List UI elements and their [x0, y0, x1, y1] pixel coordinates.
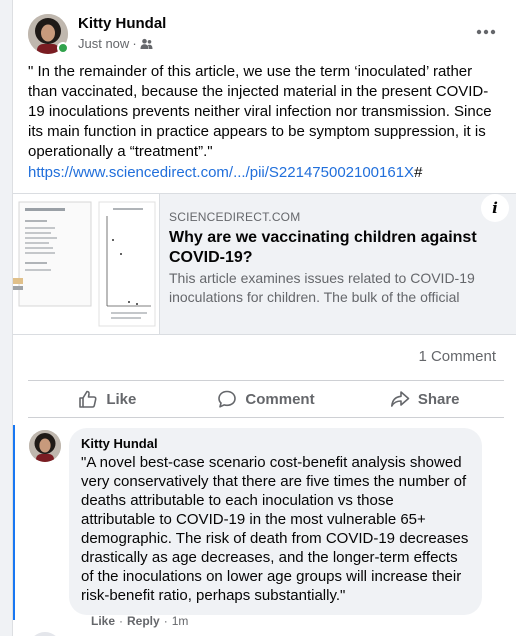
more-horizontal-icon: [476, 29, 496, 35]
post-card: Kitty Hundal Just now · " In the remaind…: [12, 0, 516, 636]
comment-bubble: Kitty Hundal "A novel best-case scenario…: [69, 428, 482, 615]
comment-time[interactable]: 1m: [172, 614, 189, 628]
post-meta: Just now ·: [78, 36, 153, 51]
like-label: Like: [106, 390, 137, 408]
comment-reply-button[interactable]: Reply: [127, 614, 160, 628]
article-thumbnail-image: [13, 194, 159, 334]
friends-icon[interactable]: [140, 38, 153, 50]
thumbs-up-icon: [79, 390, 97, 408]
share-label: Share: [417, 390, 460, 408]
preview-description: This article examines issues related to …: [169, 270, 475, 305]
online-status-indicator: [57, 42, 69, 54]
comment-text: "A novel best-case scenario cost-benefit…: [81, 454, 469, 604]
post-link-line: https://www.sciencedirect.com/.../pii/S2…: [28, 164, 422, 181]
like-button[interactable]: Like: [28, 381, 187, 417]
preview-domain: SCIENCEDIRECT.COM: [169, 210, 301, 224]
next-comment-avatar-edge: [29, 632, 61, 636]
post-link-suffix: #: [414, 164, 423, 181]
comment-actions-separator: ·: [119, 614, 124, 628]
preview-info-button[interactable]: i: [481, 194, 509, 222]
comment-actions: Like · Reply · 1m: [91, 614, 188, 628]
post-timestamp[interactable]: Just now: [78, 36, 129, 51]
post-action-bar: Like Comment Share: [28, 380, 504, 418]
preview-title[interactable]: Why are we vaccinating children against …: [169, 228, 489, 268]
commenter-avatar[interactable]: [29, 430, 61, 462]
share-arrow-icon: [390, 391, 410, 407]
comment-like-button[interactable]: Like: [91, 614, 115, 628]
link-preview[interactable]: SCIENCEDIRECT.COM Why are we vaccinating…: [13, 193, 516, 335]
author-avatar-wrap[interactable]: [28, 14, 69, 54]
post-body-text: " In the remainder of this article, we u…: [28, 63, 492, 160]
comment-author-name[interactable]: Kitty Hundal: [81, 436, 470, 452]
comment-actions-separator: ·: [163, 614, 168, 628]
post-header: Kitty Hundal Just now ·: [28, 14, 516, 58]
info-icon: i: [492, 199, 498, 217]
meta-separator: ·: [132, 36, 137, 51]
share-button[interactable]: Share: [345, 381, 504, 417]
comment-thread-line: [13, 425, 23, 620]
post-author-name[interactable]: Kitty Hundal: [78, 15, 166, 32]
preview-thumbnail[interactable]: [13, 194, 160, 334]
post-link[interactable]: https://www.sciencedirect.com/.../pii/S2…: [28, 164, 414, 181]
more-options-button[interactable]: [472, 20, 500, 44]
comment-label: Comment: [245, 390, 315, 408]
comment-button[interactable]: Comment: [187, 381, 346, 417]
comments-count[interactable]: 1 Comment: [418, 348, 496, 365]
comment-icon: [218, 390, 237, 408]
